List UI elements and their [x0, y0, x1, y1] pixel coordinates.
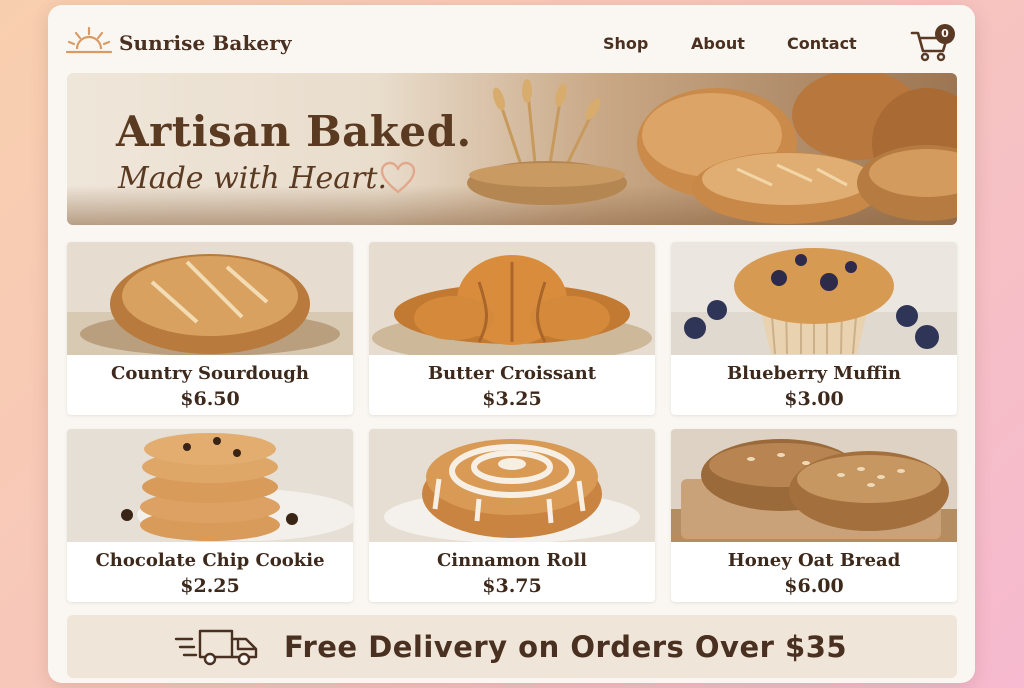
product-card[interactable]: Country Sourdough $6.50: [67, 242, 353, 415]
heart-outline-icon: [380, 161, 416, 194]
product-price: $6.50: [180, 388, 240, 410]
product-image-cinnamon-roll: [369, 429, 655, 542]
product-name: Honey Oat Bread: [727, 550, 901, 571]
product-image-sourdough: [67, 242, 353, 355]
bread-basket-image: [467, 73, 957, 224]
product-price: $2.25: [180, 575, 240, 597]
cart-count-badge: 0: [935, 24, 955, 44]
hero-subtitle: Made with Heart.: [118, 161, 388, 196]
product-card[interactable]: Cinnamon Roll $3.75: [369, 429, 655, 602]
product-card[interactable]: Blueberry Muffin $3.00: [671, 242, 957, 415]
bakery-window: Sunrise Bakery Shop About Contact 0 Arti…: [48, 5, 975, 683]
product-image-croissant: [369, 242, 655, 355]
product-card[interactable]: Honey Oat Bread $6.00: [671, 429, 957, 602]
sunrise-icon: [66, 26, 112, 54]
product-card[interactable]: Butter Croissant $3.25: [369, 242, 655, 415]
brand-name[interactable]: Sunrise Bakery: [119, 31, 292, 55]
product-name: Chocolate Chip Cookie: [95, 550, 325, 571]
hero-title: Artisan Baked.: [116, 107, 472, 156]
product-name: Country Sourdough: [111, 363, 309, 384]
product-price: $3.00: [784, 388, 844, 410]
delivery-truck-icon: [174, 629, 258, 666]
product-name: Butter Croissant: [427, 363, 597, 384]
free-delivery-banner[interactable]: Free Delivery on Orders Over $35: [67, 615, 957, 678]
product-name: Blueberry Muffin: [726, 363, 902, 384]
hero-banner: Artisan Baked. Made with Heart.: [67, 73, 957, 225]
product-name: Cinnamon Roll: [436, 550, 588, 571]
nav-shop[interactable]: Shop: [603, 34, 648, 53]
product-card[interactable]: Chocolate Chip Cookie $2.25: [67, 429, 353, 602]
site-header: Sunrise Bakery Shop About Contact 0: [48, 5, 975, 75]
nav-contact[interactable]: Contact: [787, 34, 857, 53]
product-price: $3.25: [482, 388, 542, 410]
nav-about[interactable]: About: [691, 34, 745, 53]
product-price: $3.75: [482, 575, 542, 597]
product-price: $6.00: [784, 575, 844, 597]
product-image-oat-bread: [671, 429, 957, 542]
product-image-muffin: [671, 242, 957, 355]
product-image-cookie: [67, 429, 353, 542]
delivery-text: Free Delivery on Orders Over $35: [284, 630, 848, 664]
